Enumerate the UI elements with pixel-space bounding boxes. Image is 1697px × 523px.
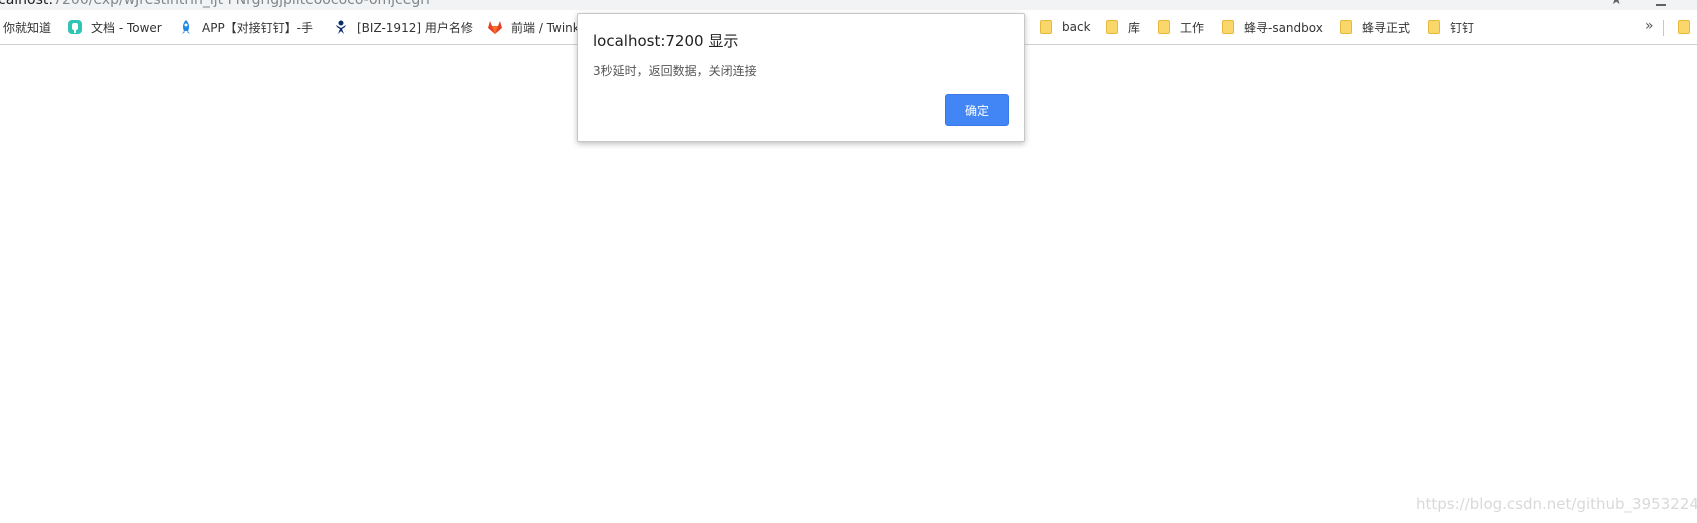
bookmarks-overflow-chevron-icon[interactable]: » <box>1645 18 1654 34</box>
bookmark-label: 工作 <box>1180 20 1205 35</box>
bookmark-label: APP【对接钉钉】-手 <box>202 20 314 35</box>
bookmark-folder[interactable]: 钉钉 <box>1426 18 1474 36</box>
bookmark-folder[interactable]: 库 <box>1104 18 1140 36</box>
url-rest: 7200/exp/wJrestintrin_ijt FNrgrigjpiiteo… <box>53 0 430 8</box>
bookmark-label: 文档 - Tower <box>91 20 162 35</box>
url-text[interactable]: calhost:7200/exp/wJrestintrin_ijt FNrgri… <box>0 0 430 9</box>
menu-icon[interactable] <box>1656 0 1666 6</box>
bookmark-folder[interactable]: back <box>1038 18 1091 36</box>
bookmark-folder[interactable]: 工作 <box>1156 18 1204 36</box>
gitlab-icon <box>487 19 503 35</box>
folder-icon <box>1426 19 1442 35</box>
jira-icon <box>333 19 349 35</box>
bookmark-label: 库 <box>1128 20 1141 35</box>
bookmark-item[interactable]: 你就知道 <box>3 18 51 36</box>
bookmark-folder[interactable]: 蜂寻正式 <box>1338 18 1410 36</box>
folder-icon <box>1038 19 1054 35</box>
watermark-text: https://blog.csdn.net/github_39532240 <box>1416 495 1697 513</box>
rocket-icon <box>178 19 194 35</box>
bookmark-star-icon[interactable]: ★ <box>1610 0 1623 8</box>
bookmark-item[interactable]: [BIZ-1912] 用户名修 <box>333 18 473 36</box>
other-bookmarks-folder-icon[interactable] <box>1678 20 1690 34</box>
url-host: calhost: <box>0 0 54 8</box>
dialog-message: 3秒延时，返回数据，关闭连接 <box>593 64 757 78</box>
folder-icon <box>1220 19 1236 35</box>
bookmark-folder[interactable]: 蜂寻-sandbox <box>1220 18 1323 36</box>
bookmark-label: 前端 / Twink <box>511 20 580 35</box>
folder-icon <box>1156 19 1172 35</box>
bookmark-item[interactable]: APP【对接钉钉】-手 <box>178 18 313 36</box>
ok-button[interactable]: 确定 <box>945 94 1009 126</box>
bookmark-label: back <box>1062 20 1091 34</box>
alert-dialog: localhost:7200 显示 3秒延时，返回数据，关闭连接 确定 <box>577 13 1025 142</box>
tower-icon <box>67 19 83 35</box>
folder-icon <box>1338 19 1354 35</box>
bookmark-item[interactable]: 前端 / Twink <box>487 18 580 36</box>
bookmark-label: 钉钉 <box>1450 20 1475 35</box>
dialog-title: localhost:7200 显示 <box>593 32 739 50</box>
folder-icon <box>1104 19 1120 35</box>
bookmark-label: 蜂寻正式 <box>1362 20 1411 35</box>
bookmark-label: 蜂寻-sandbox <box>1244 20 1323 35</box>
bookmark-label: 你就知道 <box>3 20 52 35</box>
bookmark-item[interactable]: 文档 - Tower <box>67 18 162 36</box>
bookmark-label: [BIZ-1912] 用户名修 <box>357 20 473 35</box>
bookmarks-divider <box>1663 20 1664 36</box>
address-bar[interactable]: calhost:7200/exp/wJrestintrin_ijt FNrgri… <box>0 0 1697 10</box>
